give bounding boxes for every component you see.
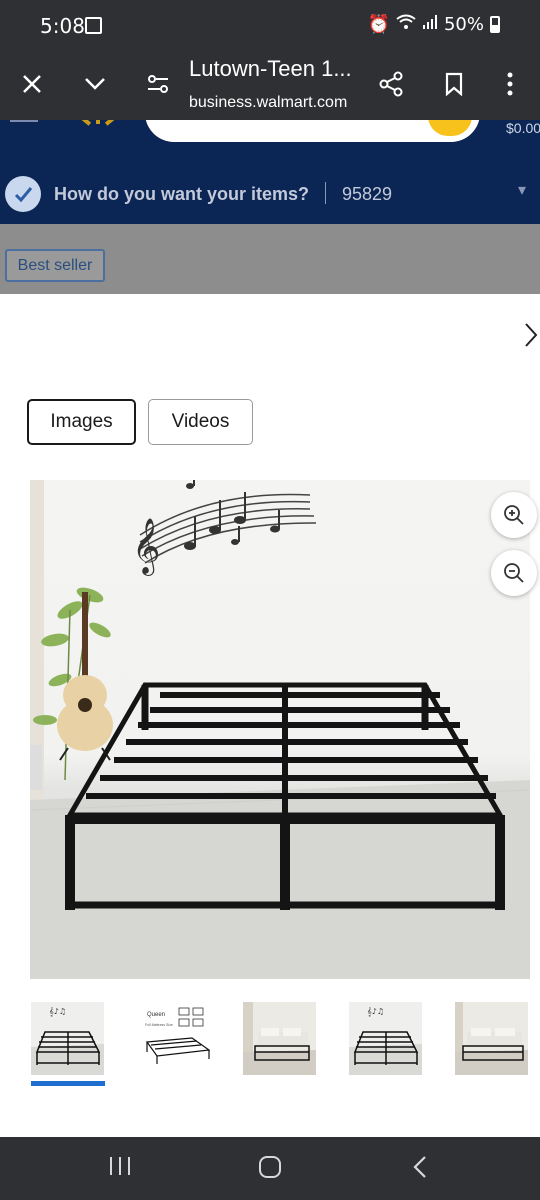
svg-text:𝄞♪♫: 𝄞♪♫ (367, 1007, 384, 1016)
selected-thumbnail-indicator (31, 1081, 105, 1086)
share-icon[interactable] (375, 68, 407, 100)
menu-icon[interactable] (10, 120, 38, 122)
thumb-label-queen: Queen (147, 1012, 165, 1018)
zoom-in-button[interactable] (491, 492, 537, 538)
media-viewer-sheet: Images Videos 𝄞 𝄞♪♫ Queen Full Mattress … (0, 294, 540, 1137)
search-button[interactable] (428, 120, 472, 136)
product-main-image[interactable]: 𝄞 (30, 480, 530, 979)
image-icon (85, 17, 102, 34)
thumbnail-5[interactable] (455, 1002, 528, 1075)
bookmark-icon[interactable] (438, 68, 470, 100)
browser-toolbar: Lutown-Teen 1... business.walmart.com (0, 52, 540, 120)
dimmed-page-background: Best seller (0, 224, 540, 294)
system-nav-bar (0, 1137, 540, 1200)
thumb-caption: Full Mattress Size (145, 1023, 173, 1027)
walmart-header: $0.00 How do you want your items? 95829 … (0, 120, 540, 224)
thumbnail-3[interactable] (243, 1002, 316, 1075)
best-seller-badge: Best seller (5, 249, 105, 282)
close-icon[interactable] (16, 68, 48, 100)
walmart-spark-icon (80, 120, 116, 126)
zoom-in-icon (504, 505, 524, 525)
battery-percent: 50% (443, 14, 484, 35)
recent-apps-icon[interactable] (108, 1155, 132, 1182)
battery-icon (490, 16, 500, 33)
zip-code: 95829 (342, 184, 393, 204)
svg-text:𝄞♪♫: 𝄞♪♫ (49, 1007, 66, 1016)
divider (325, 182, 326, 204)
alarm-icon: ⏰ (367, 14, 390, 35)
cart-total[interactable]: $0.00 (506, 120, 540, 136)
chevron-down-icon[interactable] (79, 68, 111, 100)
page-url[interactable]: business.walmart.com (189, 94, 347, 112)
close-viewer-icon[interactable] (524, 322, 538, 355)
tab-videos[interactable]: Videos (148, 399, 253, 445)
delivery-icon (5, 176, 41, 212)
status-time: 5:08 (40, 14, 85, 38)
thumbnail-2[interactable]: Queen Full Mattress Size (137, 1002, 210, 1075)
page-settings-icon[interactable] (142, 68, 174, 100)
page-title: Lutown-Teen 1... (189, 56, 352, 81)
tab-images[interactable]: Images (27, 399, 136, 445)
wifi-icon (396, 14, 416, 35)
home-icon[interactable] (258, 1155, 282, 1184)
more-options-icon[interactable] (494, 68, 526, 100)
status-bar: 5:08 ⏰ 50% (0, 0, 540, 52)
bed-frame-illustration: 𝄞 (30, 480, 530, 979)
zoom-out-icon (504, 563, 524, 583)
delivery-prompt: How do you want your items? (54, 184, 310, 204)
status-right: ⏰ 50% (368, 14, 500, 35)
zoom-out-button[interactable] (491, 550, 537, 596)
chevron-down-icon[interactable]: ▾ (518, 180, 526, 200)
svg-text:𝄞: 𝄞 (132, 518, 160, 576)
thumbnail-strip: 𝄞♪♫ Queen Full Mattress Size 𝄞♪♫ (0, 1002, 540, 1086)
back-icon[interactable] (412, 1155, 428, 1184)
delivery-selector[interactable]: How do you want your items? 95829 ▾ (0, 168, 540, 224)
thumbnail-1[interactable]: 𝄞♪♫ (31, 1002, 104, 1075)
search-bar[interactable] (145, 120, 480, 142)
signal-icon (422, 14, 438, 35)
thumbnail-4[interactable]: 𝄞♪♫ (349, 1002, 422, 1075)
